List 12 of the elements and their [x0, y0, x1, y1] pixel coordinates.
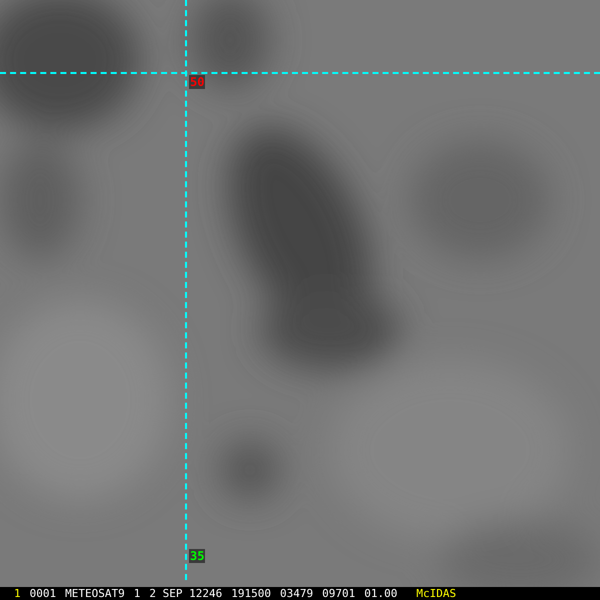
- status-field: 2 SEP 12246: [149, 587, 222, 600]
- status-field: 01.00: [364, 587, 398, 600]
- frame-number: 1: [14, 587, 21, 600]
- status-field: 03479: [280, 587, 314, 600]
- status-field: 09701: [322, 587, 356, 600]
- status-field: 191500: [231, 587, 271, 600]
- status-field: METEOSAT9: [65, 587, 125, 600]
- grid-label: 50: [189, 75, 206, 89]
- status-field: 1: [134, 587, 140, 600]
- product-label: McIDAS: [416, 587, 456, 600]
- grid-label: 35: [189, 549, 206, 563]
- status-field: 0001: [30, 587, 56, 600]
